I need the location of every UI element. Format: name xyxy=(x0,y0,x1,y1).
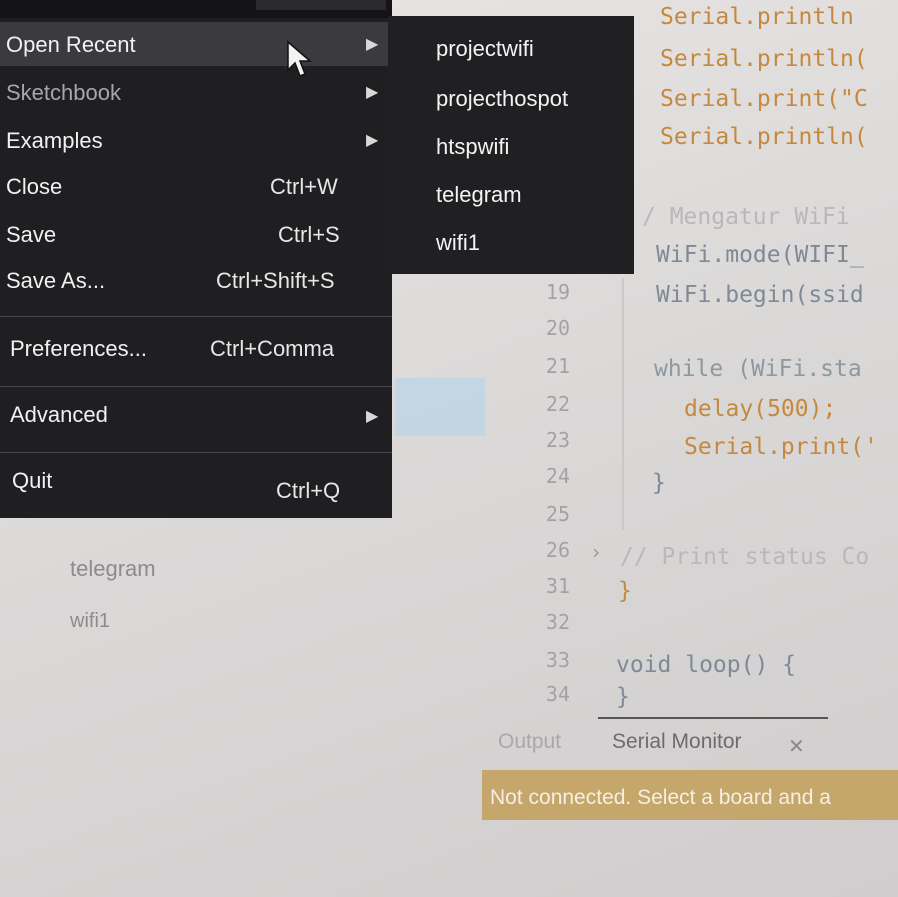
code-line: Serial.print(' xyxy=(684,434,878,460)
line-number: 26 xyxy=(545,538,570,562)
panel-divider xyxy=(598,717,828,719)
recent-item-projecthospot[interactable]: projecthospot xyxy=(436,86,568,112)
submenu-arrow-icon: ▶ xyxy=(366,408,379,425)
menu-item-save-as[interactable]: Save As... Ctrl+Shift+S xyxy=(0,258,392,302)
line-number: 33 xyxy=(545,648,570,672)
line-number: 22 xyxy=(545,392,570,416)
line-number: 31 xyxy=(545,574,570,598)
recent-item-wifi1[interactable]: wifi1 xyxy=(436,230,480,256)
open-recent-submenu: projectwifi projecthospot htspwifi teleg… xyxy=(388,16,634,274)
menu-item-open-recent[interactable]: Open Recent ▶ xyxy=(0,22,392,66)
code-brace: } xyxy=(618,578,632,604)
indent-guide xyxy=(622,278,624,530)
menu-item-sketchbook[interactable]: Sketchbook ▶ xyxy=(0,70,392,114)
menu-item-save[interactable]: Save Ctrl+S xyxy=(0,212,392,256)
code-brace: } xyxy=(652,470,666,496)
recent-item-htspwifi[interactable]: htspwifi xyxy=(436,134,509,160)
menu-separator xyxy=(0,316,392,317)
line-number: 20 xyxy=(545,316,570,340)
file-menu: Open Recent ▶ Sketchbook ▶ Examples ▶ Cl… xyxy=(0,0,392,518)
code-line: WiFi.mode(WIFI_ xyxy=(656,242,864,268)
line-number: 19 xyxy=(545,280,570,304)
tab-output[interactable]: Output xyxy=(498,730,561,754)
menu-item-label: Advanced xyxy=(10,402,108,427)
mouse-pointer-icon xyxy=(287,40,312,77)
menu-item-preferences[interactable]: Preferences... Ctrl+Comma xyxy=(0,326,392,370)
code-line: WiFi.begin(ssid xyxy=(656,282,864,308)
close-icon[interactable]: ✕ xyxy=(788,734,805,759)
menu-item-label: Preferences... xyxy=(10,336,147,361)
recent-item-projectwifi[interactable]: projectwifi xyxy=(436,36,534,62)
code-line: while (WiFi.sta xyxy=(654,356,862,382)
submenu-arrow-icon: ▶ xyxy=(366,84,379,101)
code-line: delay(500); xyxy=(684,396,837,422)
shortcut-label: Ctrl+Comma xyxy=(210,336,335,361)
line-number: 34 xyxy=(545,682,570,706)
submenu-arrow-icon: ▶ xyxy=(366,36,379,53)
line-number: 32 xyxy=(545,610,570,634)
code-line: Serial.println( xyxy=(660,46,868,72)
menu-item-label: Quit xyxy=(12,468,53,493)
code-line: Serial.println( xyxy=(660,124,868,150)
fold-chevron-icon[interactable]: › xyxy=(590,540,602,564)
sidebar-item-wifi1[interactable]: wifi1 xyxy=(70,610,110,633)
menu-item-label: Save As... xyxy=(6,268,106,293)
selection-highlight xyxy=(395,378,485,436)
menu-separator xyxy=(0,452,392,453)
tab-serial-monitor[interactable]: Serial Monitor xyxy=(612,730,742,754)
menu-item-label: Sketchbook xyxy=(6,80,121,105)
code-comment: / Mengatur WiFi xyxy=(642,204,850,230)
menu-item-examples[interactable]: Examples ▶ xyxy=(0,118,392,162)
code-line: void loop() { xyxy=(616,652,797,678)
shortcut-label: Ctrl+Q xyxy=(276,478,341,503)
code-line: Serial.print("C xyxy=(660,86,868,112)
line-number: 24 xyxy=(545,464,570,488)
line-number: 21 xyxy=(545,354,570,378)
code-line: Serial.println xyxy=(660,4,854,30)
menu-top-shortcut-remnant xyxy=(256,0,386,10)
code-brace: } xyxy=(616,684,630,710)
line-number: 25 xyxy=(545,502,570,526)
submenu-arrow-icon: ▶ xyxy=(366,132,379,149)
sidebar-item-telegram[interactable]: telegram xyxy=(70,556,156,582)
menu-item-label: Close xyxy=(6,174,63,199)
code-comment: // Print status Co xyxy=(620,544,870,570)
shortcut-label: Ctrl+Shift+S xyxy=(216,268,335,293)
shortcut-label: Ctrl+W xyxy=(270,174,338,199)
menu-item-label: Open Recent xyxy=(6,32,136,57)
status-message: Not connected. Select a board and a xyxy=(490,786,831,809)
recent-item-telegram[interactable]: telegram xyxy=(436,182,522,208)
menu-item-label: Examples xyxy=(6,128,103,153)
menu-item-advanced[interactable]: Advanced ▶ xyxy=(0,392,392,436)
line-number: 23 xyxy=(545,428,570,452)
shortcut-label: Ctrl+S xyxy=(278,222,340,247)
menu-item-label: Save xyxy=(6,222,57,247)
menu-item-close[interactable]: Close Ctrl+W xyxy=(0,164,392,208)
menu-item-quit[interactable]: Quit Ctrl+Q xyxy=(0,458,392,503)
menu-separator xyxy=(0,386,392,387)
